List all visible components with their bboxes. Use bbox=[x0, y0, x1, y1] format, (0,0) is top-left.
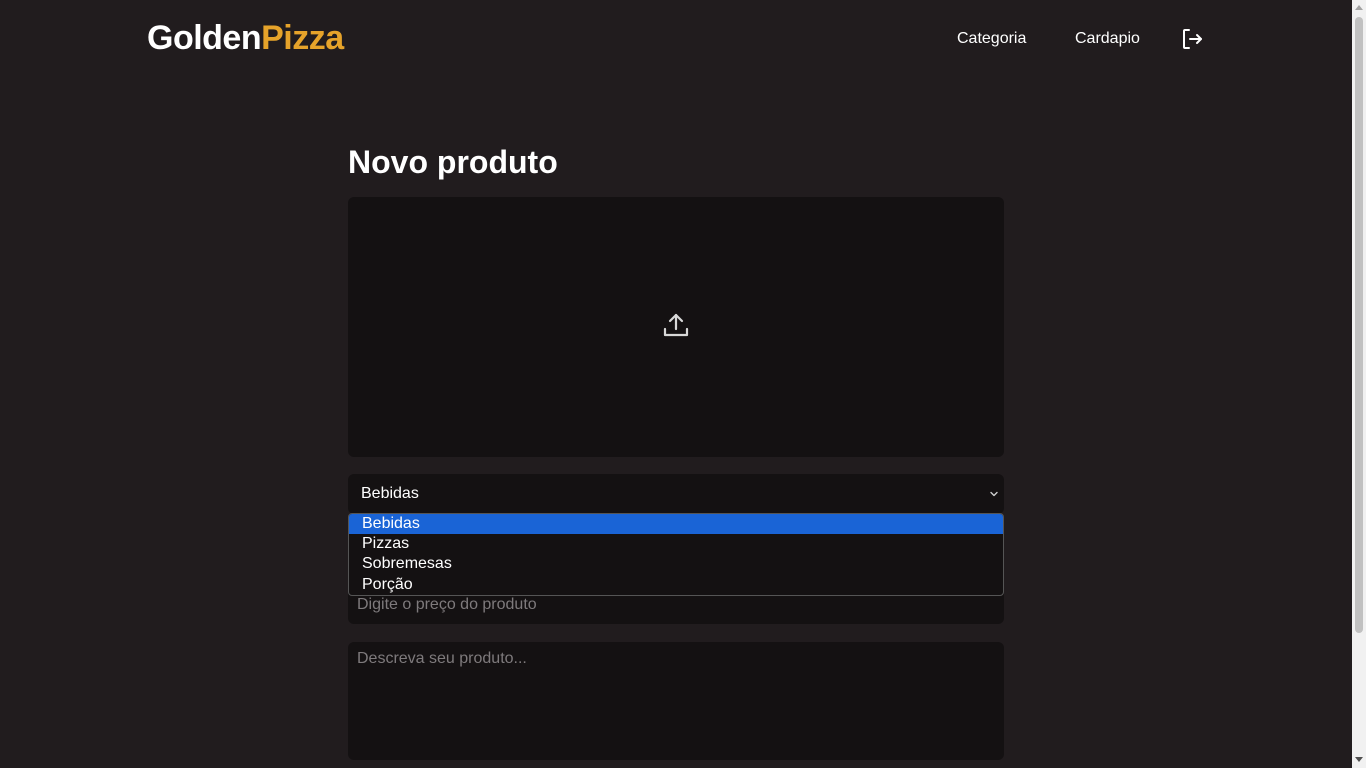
category-select-value: Bebidas bbox=[361, 485, 419, 502]
description-textarea[interactable]: Descreva seu produto... bbox=[348, 642, 1004, 760]
dropdown-option-bebidas[interactable]: Bebidas bbox=[349, 514, 1003, 535]
brand-name-part2: Pizza bbox=[261, 19, 344, 57]
nav-link-categoria[interactable]: Categoria bbox=[957, 30, 1026, 48]
nav-link-cardapio[interactable]: Cardapio bbox=[1075, 30, 1140, 48]
dropdown-option-sobremesas[interactable]: Sobremesas bbox=[349, 554, 1003, 574]
description-placeholder: Descreva seu produto... bbox=[357, 650, 527, 667]
brand-logo[interactable]: GoldenPizza bbox=[147, 18, 344, 58]
dropdown-option-pizzas[interactable]: Pizzas bbox=[349, 534, 1003, 554]
top-navigation: GoldenPizza Categoria Cardapio bbox=[0, 0, 1352, 78]
dropdown-option-porcao[interactable]: Porção bbox=[349, 575, 1003, 595]
page: GoldenPizza Categoria Cardapio Novo prod… bbox=[0, 0, 1366, 768]
category-dropdown-list: Bebidas Pizzas Sobremesas Porção bbox=[348, 513, 1004, 596]
scroll-up-arrow-icon[interactable] bbox=[1355, 5, 1363, 10]
logout-icon bbox=[1183, 29, 1202, 49]
vertical-scrollbar[interactable] bbox=[1352, 0, 1366, 768]
scroll-down-arrow-icon[interactable] bbox=[1355, 757, 1363, 762]
price-input-placeholder: Digite o preço do produto bbox=[357, 596, 537, 613]
logout-button[interactable] bbox=[1180, 27, 1204, 51]
page-title: Novo produto bbox=[348, 144, 558, 180]
chevron-down-icon bbox=[990, 491, 998, 497]
brand-name-part1: Golden bbox=[147, 19, 262, 57]
image-upload-area[interactable] bbox=[348, 197, 1004, 457]
upload-icon bbox=[663, 313, 689, 337]
scrollbar-thumb[interactable] bbox=[1355, 17, 1363, 633]
category-select[interactable]: Bebidas bbox=[348, 474, 1004, 514]
